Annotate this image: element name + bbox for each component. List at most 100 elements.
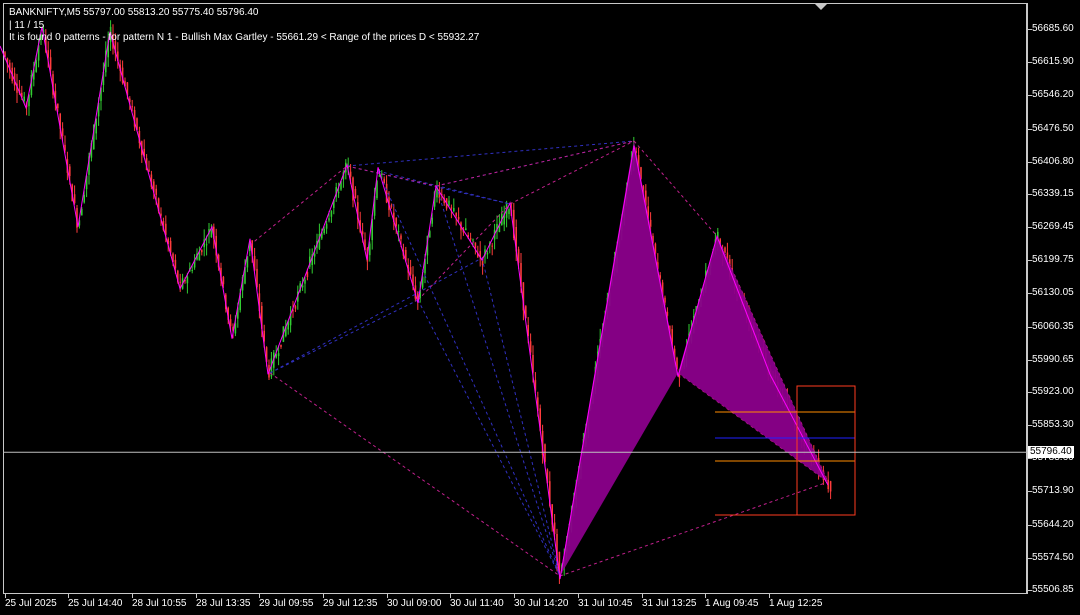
candle-body: [397, 231, 400, 233]
candle-body: [337, 192, 340, 194]
time-axis-tick: [514, 594, 515, 598]
candle-body: [57, 103, 59, 109]
time-axis-tick: [323, 594, 324, 598]
candle-body: [201, 250, 203, 253]
guide-line-blue: [269, 257, 483, 374]
time-axis-label: 30 Jul 11:40: [450, 598, 504, 609]
price-axis-label: 55990.65: [1032, 353, 1074, 365]
candle-body: [829, 481, 832, 492]
candle-body: [325, 223, 328, 229]
guide-line-pink: [435, 140, 635, 187]
candle-body: [205, 244, 208, 246]
price-axis-tick: [1028, 128, 1032, 130]
price-axis-tick: [1028, 161, 1032, 163]
pattern-xab-triangle: [560, 141, 678, 576]
price-axis-tick: [1028, 62, 1032, 64]
guide-line-pink: [346, 165, 437, 187]
candle-body: [361, 231, 364, 235]
candle-body: [191, 269, 193, 271]
candle-body: [472, 239, 474, 241]
price-axis-tick: [1028, 260, 1032, 262]
time-axis-tick: [196, 594, 197, 598]
candle-body: [431, 217, 433, 224]
time-axis-label: 30 Jul 09:00: [387, 598, 442, 609]
time-axis-label: 31 Jul 13:25: [642, 598, 697, 609]
time-axis-label: 1 Aug 12:25: [769, 598, 823, 609]
time-axis-tick: [769, 594, 770, 598]
candle-body: [448, 200, 450, 206]
time-axis-tick: [578, 594, 579, 598]
price-axis-tick: [1028, 557, 1032, 559]
candle-body: [304, 279, 306, 284]
time-axis[interactable]: 25 Jul 2025 25 Jul 14:40 28 Jul 10:55 28 Ju…: [3, 594, 1027, 615]
time-axis-label: 29 Jul 09:55: [259, 598, 314, 609]
time-axis-tick: [259, 594, 260, 598]
guide-line-pink: [269, 372, 561, 577]
chart-shift-marker-icon[interactable]: [815, 4, 827, 10]
price-axis-tick: [1028, 326, 1032, 328]
candle-body: [328, 218, 330, 221]
time-axis-label: 29 Jul 12:35: [323, 598, 378, 609]
candle-body: [61, 128, 64, 136]
candle-body: [49, 57, 52, 70]
candle-body: [83, 194, 85, 203]
candle-body: [453, 208, 455, 212]
candle-body: [349, 171, 352, 177]
candle-body: [486, 252, 489, 255]
price-axis-label: 56339.15: [1032, 187, 1074, 199]
price-axis-tick: [1028, 391, 1032, 393]
candle-body: [179, 281, 181, 283]
candle-body: [409, 267, 412, 275]
candle-body: [210, 230, 213, 238]
candle-body: [724, 247, 726, 253]
candle-body: [450, 207, 453, 209]
candle-body: [73, 194, 76, 204]
price-axis-tick: [1028, 227, 1032, 229]
candle-body: [330, 211, 333, 217]
candle-body: [186, 276, 189, 284]
price-axis-tick: [1028, 95, 1032, 97]
price-axis-label: 55574.50: [1032, 551, 1074, 563]
price-axis-label: 56060.35: [1032, 320, 1074, 332]
price-axis-tick: [1028, 491, 1032, 493]
guide-line-blue: [481, 257, 561, 577]
price-axis[interactable]: 56685.60 56615.90 56546.20 56476.50 56406.80…: [1027, 3, 1080, 595]
price-axis-tick: [1028, 458, 1032, 460]
price-axis-tick: [1028, 425, 1032, 427]
time-axis-tick: [705, 594, 706, 598]
time-axis-label: 25 Jul 2025: [5, 598, 57, 609]
time-axis-tick: [642, 594, 643, 598]
price-axis-label: 56269.45: [1032, 221, 1074, 233]
candle-body: [508, 209, 510, 215]
guide-line-pink: [249, 165, 348, 246]
candle-body: [491, 245, 493, 247]
time-axis-tick: [132, 594, 133, 598]
candle-body: [301, 285, 304, 288]
candle-body: [455, 212, 457, 217]
candle-body: [474, 242, 477, 249]
candle-body: [69, 166, 71, 176]
price-axis-label: 55644.20: [1032, 518, 1074, 530]
time-axis-label: 30 Jul 14:20: [514, 598, 569, 609]
price-axis-label: 55923.00: [1032, 385, 1074, 397]
candle-body: [174, 259, 177, 269]
candle-body: [280, 344, 282, 347]
price-axis-label: 56199.75: [1032, 254, 1074, 266]
pattern-bcd-triangle: [678, 236, 828, 482]
candle-body: [465, 228, 467, 231]
candle-body: [457, 217, 460, 220]
price-axis-tick: [1028, 293, 1032, 295]
candle-body: [294, 306, 297, 309]
candle-body: [23, 96, 25, 101]
time-axis-tick: [5, 594, 6, 598]
price-axis-label: 56476.50: [1032, 122, 1074, 134]
guide-line-blue: [346, 140, 635, 167]
pattern-info-label: It is found 0 patterns - for pattern N 1…: [9, 32, 480, 43]
price-chart[interactable]: [0, 0, 1080, 615]
candle-body: [35, 60, 37, 72]
current-price-label: 55796.40: [1028, 446, 1074, 459]
price-axis-label: 55713.90: [1032, 485, 1074, 497]
price-axis-tick: [1028, 29, 1032, 30]
candle-body: [131, 106, 133, 108]
candle-body: [469, 238, 472, 240]
